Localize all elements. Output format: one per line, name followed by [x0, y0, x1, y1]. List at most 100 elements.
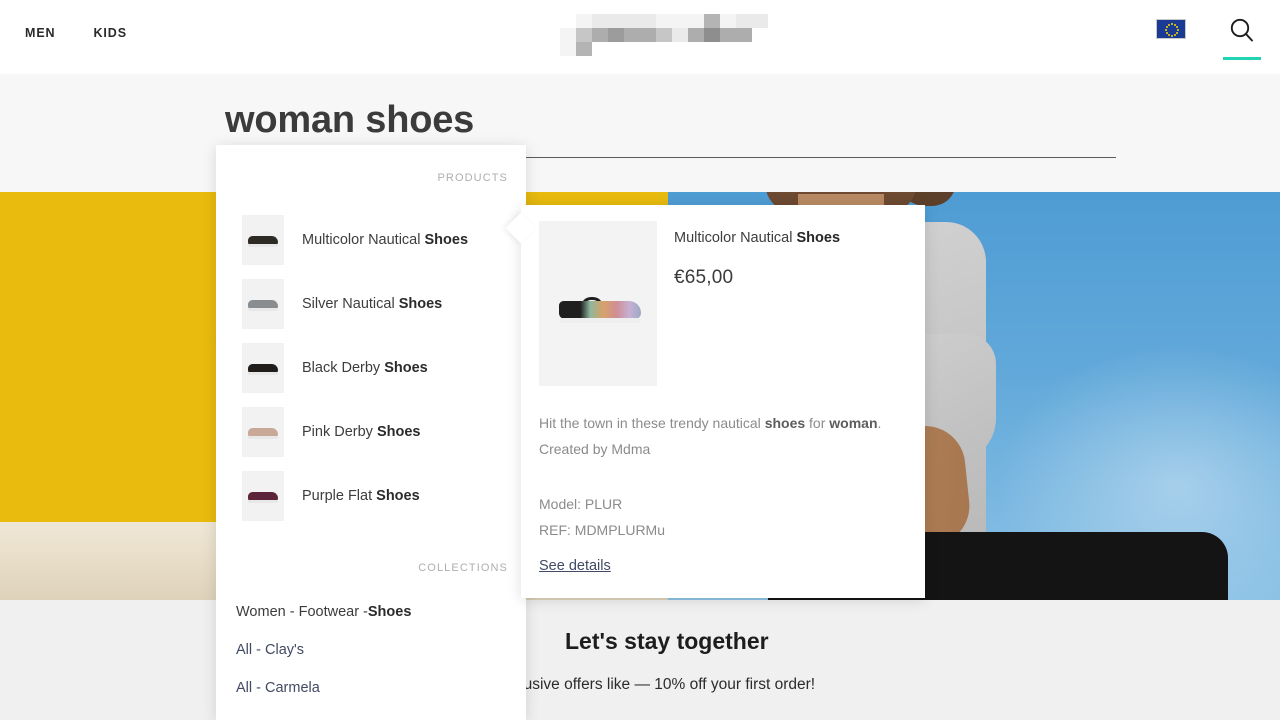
logo-pixel-block: [704, 14, 720, 28]
detail-product-description: Hit the town in these trendy nautical sh…: [539, 410, 911, 462]
collection-result-item[interactable]: All - Carmela: [216, 669, 526, 707]
thumbnail-shoe-shape: [248, 364, 278, 375]
eu-star: [1164, 29, 1167, 31]
logo-pixel-block: [592, 14, 608, 28]
eu-star: [1167, 34, 1170, 37]
eu-star: [1167, 23, 1170, 26]
detail-model: Model: PLUR: [539, 496, 623, 512]
product-result-name: Purple Flat Shoes: [302, 488, 420, 504]
newsletter-section: Let's stay together o hear about our exc…: [0, 600, 1280, 720]
detail-title-bold: Shoes: [796, 230, 841, 246]
search-header-area: woman shoes: [0, 74, 1280, 192]
product-thumbnail: [242, 407, 284, 457]
primary-nav: MEN KIDS: [25, 25, 127, 41]
product-result-item[interactable]: Multicolor Nautical Shoes: [216, 208, 526, 272]
logo-pixel-block: [560, 28, 576, 42]
collection-name-plain: Women - Footwear -: [236, 604, 368, 620]
logo-pixel-block: [576, 14, 592, 28]
logo-pixel-block: [624, 14, 640, 28]
product-name-highlight: Shoes: [384, 360, 428, 376]
logo-pixel-block: [752, 14, 768, 28]
detail-shoe-graphic: [559, 297, 641, 323]
logo-pixel-block: [688, 14, 704, 28]
detail-ref: REF: MDMPLURMu: [539, 522, 666, 538]
product-name-plain: Pink Derby: [302, 424, 377, 440]
product-result-item[interactable]: Silver Nautical Shoes: [216, 272, 526, 336]
site-header: MEN KIDS: [0, 0, 1280, 74]
logo-pixel-block: [672, 28, 688, 42]
product-result-name: Multicolor Nautical Shoes: [302, 232, 468, 248]
logo-pixel-block: [720, 14, 736, 28]
product-name-highlight: Shoes: [376, 488, 420, 504]
product-name-plain: Multicolor Nautical: [302, 232, 425, 248]
product-thumbnail: [242, 215, 284, 265]
logo-pixel-block: [672, 14, 688, 28]
see-details-link[interactable]: See details: [539, 558, 611, 574]
desc-mid: for: [805, 415, 830, 431]
shoe-sole: [559, 318, 641, 323]
search-button[interactable]: [1220, 14, 1264, 60]
collection-name-plain: All - Carmela: [236, 680, 320, 696]
collection-result-item[interactable]: All - Clay's: [216, 631, 526, 669]
logo-pixel-block: [720, 28, 736, 42]
desc-post: .: [877, 415, 882, 431]
thumbnail-shoe-shape: [248, 492, 278, 503]
newsletter-title: Let's stay together: [565, 628, 769, 654]
eu-star: [1165, 32, 1168, 35]
thumbnail-shoe-shape: [248, 300, 278, 311]
detail-product-title: Multicolor Nautical Shoes: [674, 230, 840, 246]
product-results-list: Multicolor Nautical Shoes Silver Nautical…: [216, 208, 526, 528]
logo-pixel-block: [656, 28, 672, 42]
desc-bold-shoes: shoes: [764, 415, 806, 431]
nav-item-kids[interactable]: KIDS: [93, 25, 126, 41]
products-section-label: PRODUCTS: [437, 172, 508, 184]
collection-name-highlight: Shoes: [367, 604, 412, 620]
detail-product-meta: Model: PLUR REF: MDMPLURMu: [539, 491, 665, 543]
collections-section-label: COLLECTIONS: [418, 562, 508, 574]
product-result-name: Pink Derby Shoes: [302, 424, 420, 440]
logo-pixel-block: [576, 28, 592, 42]
eu-flag-icon[interactable]: [1156, 19, 1186, 39]
logo-pixel-block: [624, 28, 640, 42]
desc-bold-woman: woman: [829, 415, 878, 431]
detail-product-image: [539, 221, 657, 386]
site-logo-censored[interactable]: [560, 0, 772, 56]
logo-pixel-block: [656, 14, 672, 28]
product-result-name: Black Derby Shoes: [302, 360, 428, 376]
product-result-item[interactable]: Pink Derby Shoes: [216, 400, 526, 464]
product-thumbnail: [242, 279, 284, 329]
eu-star: [1177, 29, 1180, 31]
page-root: noes. iadora ATHLETES SPORTING GOODS EST…: [0, 0, 1280, 720]
product-thumbnail: [242, 471, 284, 521]
product-name-plain: Silver Nautical: [302, 296, 399, 312]
detail-title-plain: Multicolor Nautical: [674, 230, 797, 246]
collection-results-list: Women - Footwear - Shoes All - Clay's All …: [216, 593, 526, 707]
collection-result-item[interactable]: Women - Footwear - Shoes: [216, 593, 526, 631]
eu-star: [1171, 22, 1173, 25]
thumbnail-shoe-shape: [248, 236, 278, 247]
eu-star: [1176, 32, 1179, 35]
logo-pixel-block: [688, 28, 704, 42]
desc-created-by: Created by Mdma: [539, 441, 651, 457]
product-thumbnail: [242, 343, 284, 393]
product-name-plain: Black Derby: [302, 360, 385, 376]
product-name-highlight: Shoes: [424, 232, 469, 248]
logo-pixel-block: [640, 28, 656, 42]
logo-pixel-block: [640, 14, 656, 28]
thumbnail-shoe-shape: [248, 428, 278, 439]
product-name-plain: Purple Flat: [302, 488, 377, 504]
search-input-underline: [520, 157, 1116, 158]
shoe-body: [559, 301, 641, 319]
logo-pixel-block: [592, 28, 608, 42]
logo-pixel-block: [736, 28, 752, 42]
eu-star: [1176, 25, 1179, 28]
nav-item-men[interactable]: MEN: [25, 25, 55, 41]
search-query-text[interactable]: woman shoes: [225, 96, 474, 144]
product-result-item[interactable]: Black Derby Shoes: [216, 336, 526, 400]
header-actions: [1156, 14, 1264, 60]
detail-product-price: €65,00: [674, 267, 734, 288]
logo-pixel-block: [736, 14, 752, 28]
product-result-item[interactable]: Purple Flat Shoes: [216, 464, 526, 528]
logo-pixel-block: [608, 14, 624, 28]
logo-pixel-block: [704, 28, 720, 42]
